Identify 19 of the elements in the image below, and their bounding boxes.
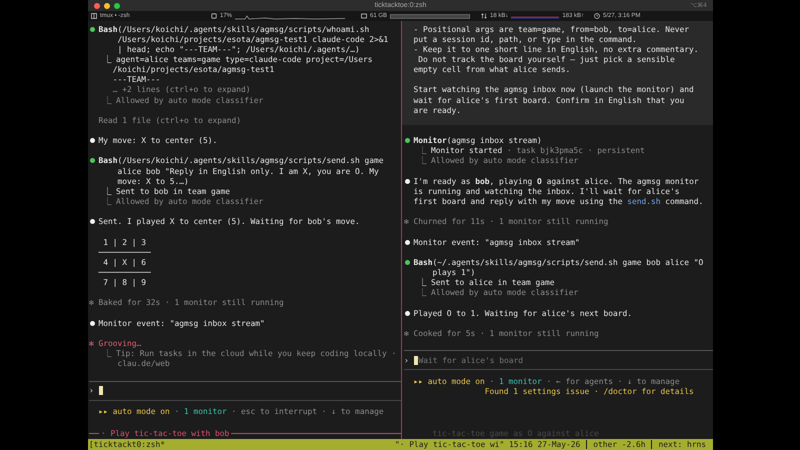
memory-icon (361, 13, 367, 19)
split-pane-icon (91, 13, 97, 19)
bullet-icon (90, 158, 95, 164)
network-icon (481, 13, 487, 19)
bullet-icon (90, 219, 95, 224)
close-button[interactable] (94, 2, 100, 8)
bullet-icon (90, 138, 95, 144)
bullet-icon (405, 310, 410, 316)
bullet-icon (405, 260, 410, 265)
bullet-icon (90, 320, 95, 326)
bullet-icon (405, 178, 410, 184)
chip-icon (211, 13, 217, 19)
bullet-icon (90, 26, 95, 32)
bullet-icon (405, 240, 410, 245)
zoom-button[interactable] (114, 2, 120, 8)
input-field[interactable] (98, 386, 104, 396)
minimize-button[interactable] (104, 2, 110, 8)
clock-icon (594, 13, 600, 19)
bullet-icon (405, 138, 410, 144)
